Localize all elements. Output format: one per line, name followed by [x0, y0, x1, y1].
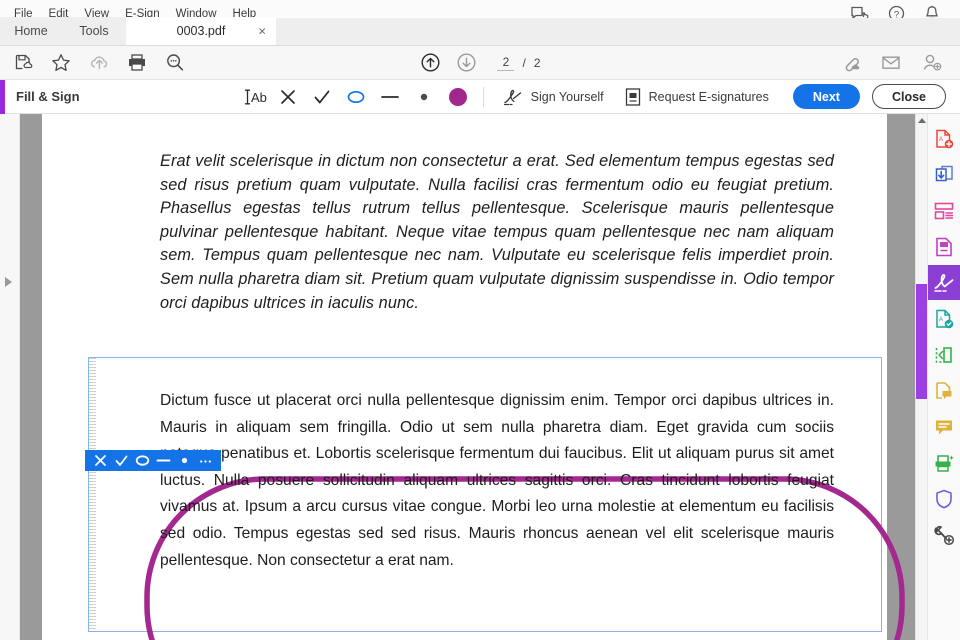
esign-document-icon — [625, 87, 640, 106]
fill-and-sign-bar: Fill & Sign Ab Sign Yourself Request E-s… — [0, 80, 960, 114]
protect-icon[interactable] — [928, 481, 960, 516]
current-page-input[interactable]: 2 — [497, 55, 515, 71]
check-mark-icon[interactable] — [111, 450, 132, 471]
total-pages: 2 — [533, 55, 541, 70]
document-workspace: Erat velit scelerisque in dictum non con… — [0, 114, 960, 640]
color-swatch[interactable] — [441, 80, 475, 114]
add-comment-page-icon[interactable] — [928, 373, 960, 408]
fill-sign-accent-bar — [0, 80, 5, 114]
tab-document-label: 0003.pdf — [176, 24, 226, 38]
cross-mark-icon[interactable] — [90, 450, 111, 471]
fill-and-sign-title: Fill & Sign — [16, 89, 80, 104]
toolbar-divider — [482, 86, 484, 107]
cross-mark-icon[interactable] — [271, 80, 305, 114]
line-mark-icon[interactable] — [373, 80, 407, 114]
main-toolbar: 2 / 2 — [0, 46, 960, 80]
combine-files-icon[interactable]: A — [928, 301, 960, 336]
toolbar-right-group — [840, 52, 960, 74]
comment-icon[interactable] — [928, 409, 960, 444]
request-esignatures-button[interactable]: Request E-signatures — [614, 87, 779, 107]
check-mark-icon[interactable] — [305, 80, 339, 114]
arrow-down-circle-icon[interactable] — [455, 52, 477, 74]
tab-tools[interactable]: Tools — [62, 17, 126, 45]
request-esignatures-label: Request E-signatures — [648, 89, 769, 104]
save-to-cloud-icon[interactable] — [12, 52, 34, 74]
close-button[interactable]: Close — [871, 84, 946, 109]
upload-cloud-icon[interactable] — [88, 52, 110, 74]
zoom-search-icon[interactable] — [164, 52, 186, 74]
create-pdf-icon[interactable]: A — [928, 121, 960, 156]
organize-pages-icon[interactable] — [928, 193, 960, 228]
tab-document[interactable]: 0003.pdf × — [126, 17, 276, 45]
scan-ocr-icon[interactable] — [928, 445, 960, 480]
annotation-floating-toolbar — [85, 450, 221, 471]
svg-text:A: A — [939, 317, 943, 323]
pdf-page[interactable]: Erat velit scelerisque in dictum non con… — [42, 114, 905, 640]
close-icon[interactable]: × — [258, 25, 266, 38]
add-text-icon[interactable]: Ab — [237, 80, 271, 114]
more-tools-icon[interactable] — [928, 517, 960, 552]
svg-text:A: A — [939, 137, 943, 143]
share-link-icon[interactable] — [840, 52, 862, 74]
circle-mark-icon[interactable] — [132, 450, 153, 471]
page-separator: / — [522, 55, 526, 70]
fill-and-sign-icon[interactable] — [927, 265, 960, 300]
email-icon[interactable] — [880, 52, 902, 74]
tab-home[interactable]: Home — [0, 17, 62, 45]
fill-sign-tool-group: Ab Sign Yourself Request E-signatures Ne… — [237, 80, 960, 114]
pen-icon — [503, 89, 521, 105]
add-person-icon[interactable] — [920, 52, 942, 74]
expand-panel-arrow-icon[interactable] — [5, 277, 12, 287]
sign-yourself-button[interactable]: Sign Yourself — [492, 87, 614, 107]
star-icon[interactable] — [50, 52, 72, 74]
export-pdf-icon[interactable] — [928, 157, 960, 192]
document-paragraph-italic: Erat velit scelerisque in dictum non con… — [160, 152, 834, 312]
dot-mark-icon[interactable] — [174, 450, 195, 471]
document-paragraph-body: Dictum fusce ut placerat orci nulla pell… — [160, 392, 834, 569]
tab-bar: Home Tools 0003.pdf × — [0, 17, 960, 46]
print-icon[interactable] — [126, 52, 148, 74]
toolbar-left-group — [0, 52, 186, 74]
circle-mark-icon[interactable] — [339, 80, 373, 114]
edit-pdf-icon[interactable] — [928, 229, 960, 264]
left-panel-rail[interactable] — [0, 114, 20, 640]
annotation-drag-strip[interactable] — [89, 358, 96, 631]
vertical-scrollbar[interactable] — [915, 114, 928, 640]
dot-mark-icon[interactable] — [407, 80, 441, 114]
next-button[interactable]: Next — [792, 84, 860, 109]
crop-pages-icon[interactable] — [928, 337, 960, 372]
svg-text:Ab: Ab — [251, 90, 267, 105]
arrow-up-circle-icon[interactable] — [419, 52, 441, 74]
sign-yourself-label: Sign Yourself — [530, 89, 604, 104]
line-mark-icon[interactable] — [153, 450, 174, 471]
more-options-icon[interactable] — [195, 450, 216, 471]
scroll-up-arrow[interactable] — [918, 118, 926, 123]
page-indicator: 2 / 2 — [497, 55, 541, 71]
tools-rail: A A — [927, 114, 960, 640]
acrobat-window: File Edit View E-Sign Window Help ? Home… — [0, 0, 960, 640]
page-gutter-left — [20, 114, 42, 640]
